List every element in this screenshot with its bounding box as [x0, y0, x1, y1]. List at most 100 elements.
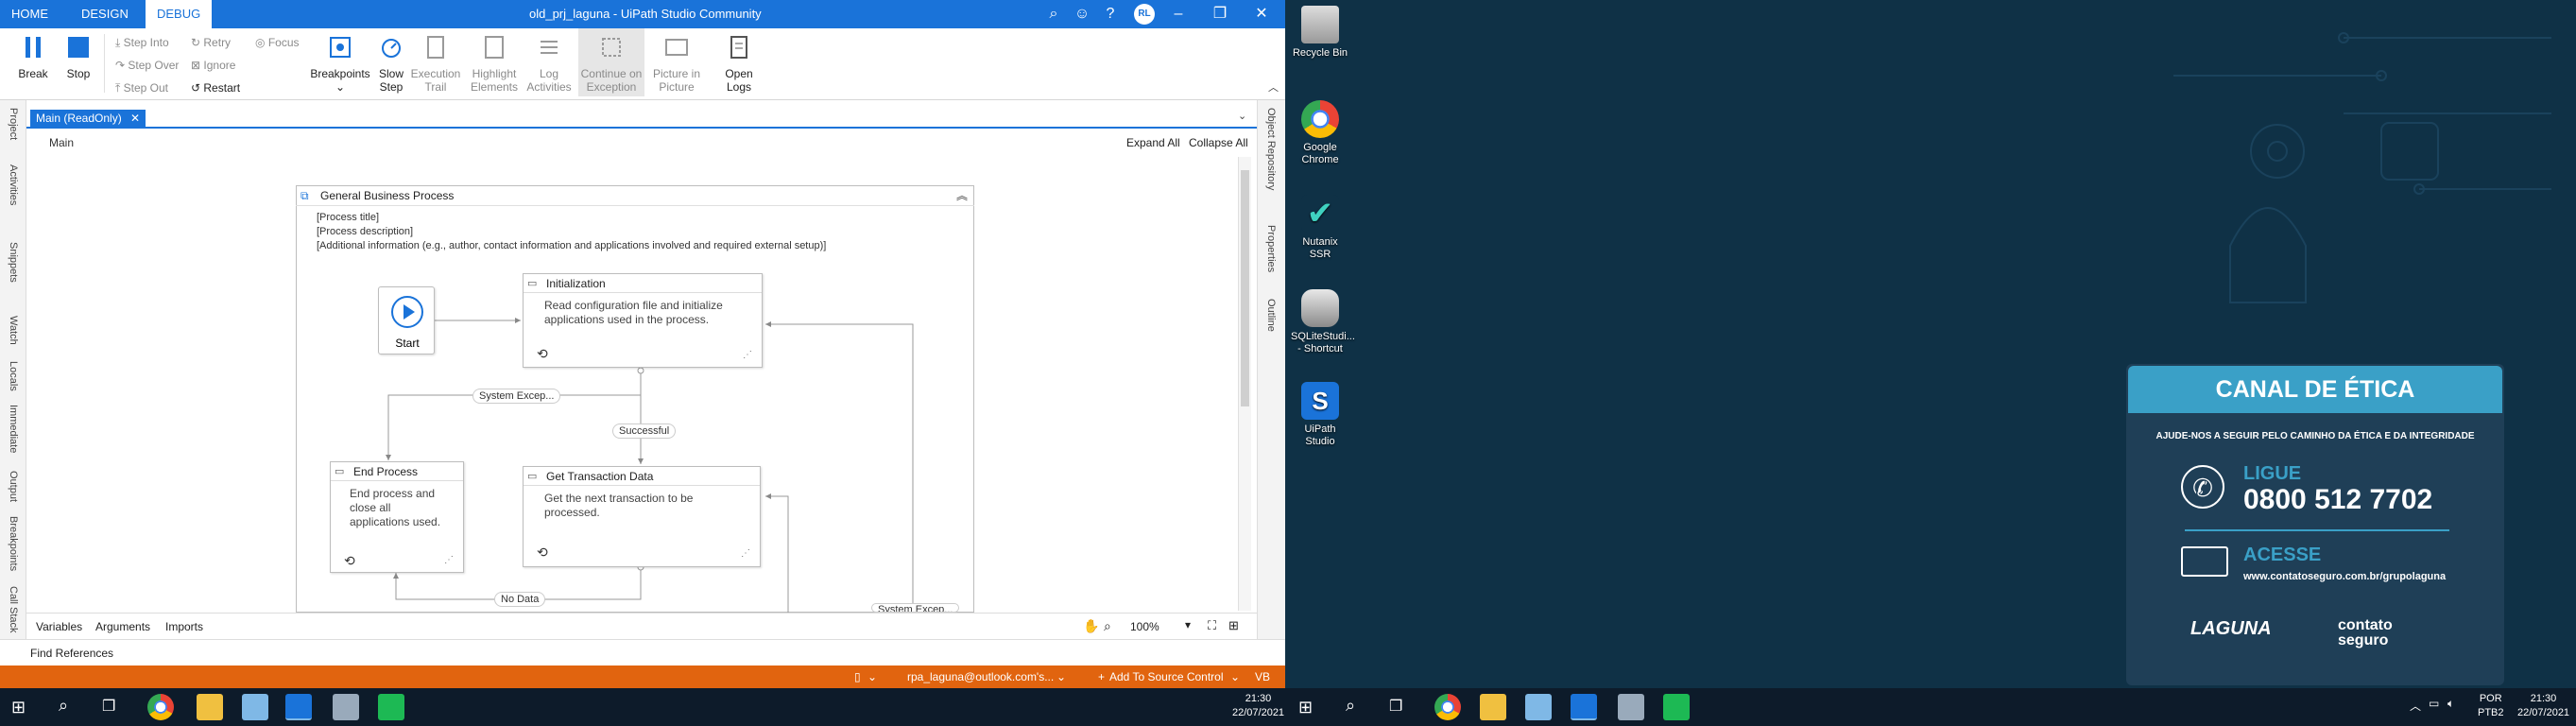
panel-immediate[interactable]: Immediate: [8, 405, 19, 453]
desktop-icon-uipath[interactable]: S UiPath Studio: [1291, 382, 1349, 448]
chevron-down-icon[interactable]: ⌄: [1230, 666, 1240, 688]
arguments-tab[interactable]: Arguments: [95, 620, 150, 633]
overview-icon[interactable]: ⊞: [1228, 618, 1239, 633]
collapse-ribbon-icon[interactable]: ︿: [1268, 79, 1279, 95]
fit-to-screen-icon[interactable]: ⛶: [1208, 618, 1216, 633]
open-logs-button[interactable]: Open Logs: [714, 34, 764, 94]
uipath-icon[interactable]: [1571, 694, 1597, 720]
picture-in-picture-button[interactable]: Picture in Picture: [648, 34, 705, 94]
panel-project[interactable]: Project: [8, 108, 19, 140]
ignore-button[interactable]: ⊠ Ignore: [191, 55, 235, 76]
log-activities-button[interactable]: Log Activities: [525, 34, 573, 94]
transition-successful[interactable]: Successful: [612, 424, 677, 439]
tray-clock[interactable]: 21:30 22/07/2021: [2517, 692, 2569, 720]
expand-all-link[interactable]: Expand All: [1126, 136, 1180, 149]
imports-tab[interactable]: Imports: [165, 620, 203, 633]
help-icon[interactable]: ?: [1098, 4, 1123, 25]
file-explorer-icon[interactable]: [197, 694, 223, 720]
pan-hand-icon[interactable]: ✋: [1083, 618, 1099, 634]
transition-system-exception-2[interactable]: System Excep...: [871, 603, 960, 613]
start-node[interactable]: Start: [378, 286, 435, 354]
panel-snippets[interactable]: Snippets: [8, 242, 19, 283]
panel-output[interactable]: Output: [8, 471, 19, 502]
search-icon[interactable]: ⌕: [59, 696, 68, 716]
tab-list-chevron-icon[interactable]: ⌄: [1238, 110, 1246, 122]
state-initialization[interactable]: Initialization Read configuration file a…: [523, 273, 763, 368]
zoom-icon[interactable]: ⌕: [1104, 618, 1111, 634]
highlight-elements-button[interactable]: Highlight Elements: [467, 34, 522, 94]
sqlite-icon[interactable]: [333, 694, 359, 720]
panel-properties[interactable]: Properties: [1265, 225, 1277, 272]
panel-call-stack[interactable]: Call Stack: [8, 586, 19, 633]
step-into-button[interactable]: ⤓ Step Into: [115, 32, 169, 53]
chevron-down-icon[interactable]: ⌄: [1056, 666, 1066, 688]
resize-grip-icon[interactable]: ⋰: [741, 548, 750, 559]
tab-debug[interactable]: DEBUG: [146, 0, 213, 28]
search-icon[interactable]: ⌕: [1346, 696, 1355, 716]
panel-activities[interactable]: Activities: [8, 164, 19, 205]
output-icon[interactable]: ▯: [854, 666, 861, 688]
restart-button[interactable]: ↺ Restart: [191, 78, 240, 98]
transition-no-data[interactable]: No Data: [494, 592, 546, 607]
windows-start-icon[interactable]: ⊞: [11, 698, 30, 717]
add-to-source-control[interactable]: Add To Source Control: [1109, 666, 1224, 688]
uipath-icon[interactable]: [285, 694, 312, 720]
close-tab-icon[interactable]: ✕: [130, 112, 140, 125]
tray-chevron-icon[interactable]: ︿: [2410, 698, 2421, 714]
step-over-button[interactable]: ↷ Step Over: [115, 55, 179, 76]
vertical-scrollbar[interactable]: [1238, 157, 1251, 611]
tab-home[interactable]: HOME: [0, 0, 60, 28]
state-end-process[interactable]: End Process End process and close all ap…: [330, 461, 464, 573]
chrome-icon[interactable]: [147, 694, 174, 720]
slow-step-button[interactable]: Slow Step: [374, 34, 408, 94]
resize-grip-icon[interactable]: ⋰: [444, 555, 454, 565]
break-button[interactable]: Break: [17, 34, 49, 80]
desktop-icon-sqlite[interactable]: SQLiteStudi... - Shortcut: [1291, 289, 1355, 355]
desktop-icon-recycle-bin[interactable]: Recycle Bin: [1291, 6, 1349, 60]
continue-on-exception-button[interactable]: Continue on Exception: [578, 28, 644, 96]
minimize-icon[interactable]: –: [1166, 4, 1191, 25]
avatar[interactable]: RL: [1134, 4, 1155, 25]
windows-start-icon[interactable]: ⊞: [1298, 698, 1313, 717]
panel-breakpoints[interactable]: Breakpoints: [8, 516, 19, 571]
green-app-icon[interactable]: [1663, 694, 1690, 720]
close-icon[interactable]: ✕: [1249, 4, 1274, 25]
execution-trail-button[interactable]: Execution Trail: [408, 34, 463, 94]
resize-grip-icon[interactable]: ⋰: [743, 350, 752, 360]
focus-button[interactable]: ◎ Focus: [255, 32, 300, 53]
breakpoints-button[interactable]: Breakpoints ⌄: [310, 34, 370, 94]
transition-system-exception[interactable]: System Excep...: [472, 389, 561, 404]
panel-locals[interactable]: Locals: [8, 361, 19, 391]
panel-object-repository[interactable]: Object Repository: [1265, 108, 1277, 190]
zoom-level[interactable]: 100%: [1130, 620, 1159, 633]
volume-icon[interactable]: 🔈︎: [2447, 697, 2454, 711]
panel-outline[interactable]: Outline: [1265, 299, 1277, 332]
sqlite-icon[interactable]: [1618, 694, 1644, 720]
state-get-transaction-data[interactable]: Get Transaction Data Get the next transa…: [523, 466, 761, 567]
tab-design[interactable]: DESIGN: [70, 0, 140, 28]
language-indicator[interactable]: POR PTB2: [2478, 692, 2504, 720]
file-explorer-icon[interactable]: [1480, 694, 1506, 720]
desktop-icon-chrome[interactable]: Google Chrome: [1291, 100, 1349, 166]
green-app-icon[interactable]: [378, 694, 404, 720]
chrome-icon[interactable]: [1434, 694, 1461, 720]
tab-main-readonly[interactable]: Main (ReadOnly) ✕: [30, 110, 146, 127]
maximize-icon[interactable]: ❐: [1208, 4, 1232, 25]
chevron-down-icon[interactable]: ⌄: [867, 666, 877, 688]
network-icon[interactable]: ▭: [2429, 697, 2439, 710]
collapse-icon[interactable]: ︽: [956, 187, 968, 203]
search-icon[interactable]: ⌕: [1041, 4, 1066, 25]
task-view-icon[interactable]: ❐: [1389, 697, 1402, 716]
clock[interactable]: 21:30 22/07/2021: [1232, 692, 1284, 720]
retry-button[interactable]: ↻ Retry: [191, 32, 231, 53]
scrollbar-thumb[interactable]: [1241, 170, 1249, 406]
feedback-icon[interactable]: ☺: [1070, 4, 1094, 25]
step-out-button[interactable]: ⤒ Step Out: [115, 78, 168, 98]
orchestrator-account[interactable]: rpa_laguna@outlook.com's...: [907, 666, 1054, 688]
app-icon[interactable]: [1525, 694, 1552, 720]
task-view-icon[interactable]: ❐: [102, 697, 115, 716]
variables-tab[interactable]: Variables: [36, 620, 82, 633]
find-references-tab[interactable]: Find References: [30, 647, 113, 660]
zoom-dropdown-icon[interactable]: ▾: [1185, 618, 1191, 631]
collapse-all-link[interactable]: Collapse All: [1189, 136, 1248, 149]
